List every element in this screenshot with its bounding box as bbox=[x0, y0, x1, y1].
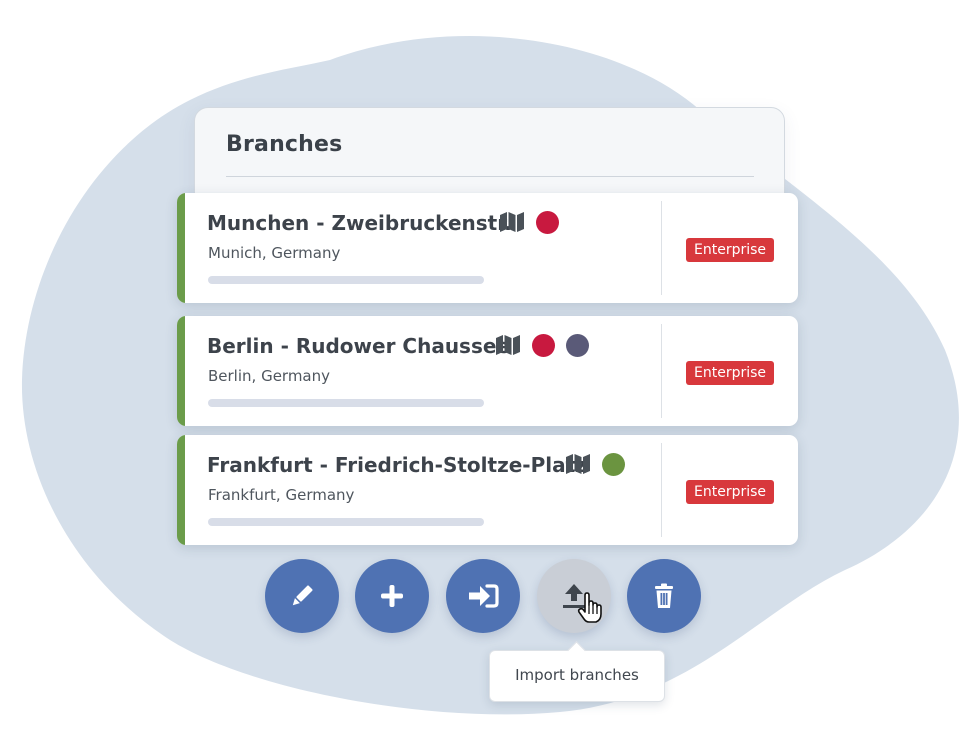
branch-name: Munchen - Zweibruckenstr. bbox=[207, 211, 512, 235]
card-divider bbox=[661, 443, 662, 537]
map-icon[interactable] bbox=[495, 334, 521, 356]
branch-location: Berlin, Germany bbox=[208, 367, 331, 385]
pencil-icon bbox=[292, 585, 313, 606]
branch-card-munchen[interactable]: Munchen - Zweibruckenstr. Munich, German… bbox=[177, 193, 798, 303]
delete-button[interactable] bbox=[627, 559, 701, 633]
card-accent-bar bbox=[177, 316, 185, 426]
card-accent-bar bbox=[177, 435, 185, 545]
card-divider bbox=[661, 324, 662, 418]
add-button[interactable] bbox=[355, 559, 429, 633]
status-dot-red bbox=[536, 210, 559, 234]
plan-badge: Enterprise bbox=[686, 480, 775, 504]
card-divider bbox=[661, 201, 662, 295]
status-dot-slate bbox=[566, 333, 589, 357]
branch-status-icons bbox=[495, 333, 589, 357]
trash-icon bbox=[655, 583, 673, 608]
sign-in-icon bbox=[469, 584, 499, 608]
progress-bar bbox=[208, 276, 484, 284]
import-tooltip: Import branches bbox=[489, 641, 665, 702]
hand-cursor-icon bbox=[577, 592, 602, 623]
progress-bar bbox=[208, 399, 484, 407]
progress-bar bbox=[208, 518, 484, 526]
branch-status-icons bbox=[565, 452, 625, 476]
plan-badge: Enterprise bbox=[686, 238, 775, 262]
status-dot-red bbox=[532, 333, 555, 357]
plan-badge: Enterprise bbox=[686, 361, 775, 385]
map-icon[interactable] bbox=[565, 453, 591, 475]
branch-location: Frankfurt, Germany bbox=[208, 486, 355, 504]
branch-card-berlin[interactable]: Berlin - Rudower Chaussee Berlin, German… bbox=[177, 316, 798, 426]
edit-button[interactable] bbox=[265, 559, 339, 633]
panel-divider bbox=[226, 176, 754, 177]
map-icon[interactable] bbox=[499, 211, 525, 233]
card-accent-bar bbox=[177, 193, 185, 303]
branch-status-icons bbox=[499, 210, 559, 234]
panel-title: Branches bbox=[226, 132, 343, 157]
branch-name: Frankfurt - Friedrich-Stoltze-Platz bbox=[207, 453, 587, 477]
tooltip-label: Import branches bbox=[515, 666, 639, 684]
branch-card-frankfurt[interactable]: Frankfurt - Friedrich-Stoltze-Platz Fran… bbox=[177, 435, 798, 545]
plus-icon bbox=[381, 585, 403, 607]
branch-name: Berlin - Rudower Chaussee bbox=[207, 334, 510, 358]
branch-location: Munich, Germany bbox=[208, 244, 341, 262]
sign-in-button[interactable] bbox=[446, 559, 520, 633]
status-dot-green bbox=[602, 452, 625, 476]
